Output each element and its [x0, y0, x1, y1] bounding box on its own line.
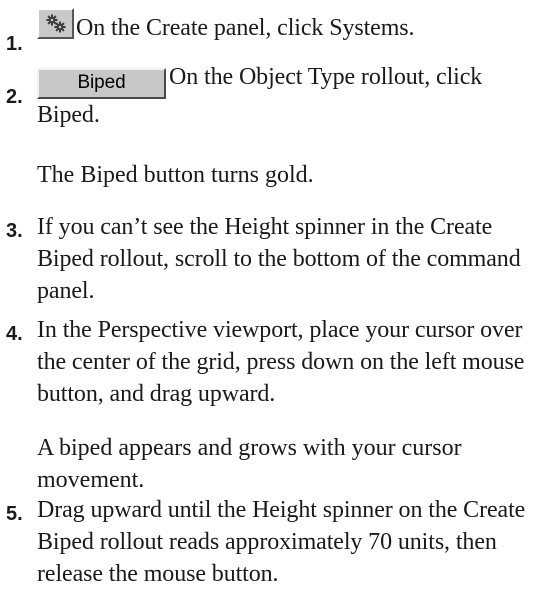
biped-button[interactable]: Biped: [37, 68, 166, 99]
step-text: If you can’t see the Height spinner in t…: [37, 214, 521, 304]
systems-button[interactable]: [37, 8, 74, 39]
step-text: Drag upward until the Height spinner on …: [37, 497, 526, 587]
step-number: 2.: [6, 86, 23, 108]
systems-gear-icon: [46, 14, 66, 33]
instruction-document: 1. On the Create panel, click Systems. 2…: [0, 0, 535, 593]
step-result: The Biped button turns gold.: [37, 162, 314, 188]
step-number: 5.: [6, 503, 23, 525]
step-number: 3.: [6, 220, 23, 242]
step-text: On the Create panel, click Systems.: [37, 8, 529, 44]
step-text: In the Perspective viewport, place your …: [37, 317, 525, 407]
step-result: A biped appears and grows with your curs…: [37, 435, 462, 493]
step-number: 4.: [6, 323, 23, 345]
step-1-text: On the Create panel, click Systems.: [76, 15, 415, 41]
step-text: Biped On the Object Type rollout, click B…: [37, 61, 529, 131]
step-number: 1.: [6, 33, 23, 55]
